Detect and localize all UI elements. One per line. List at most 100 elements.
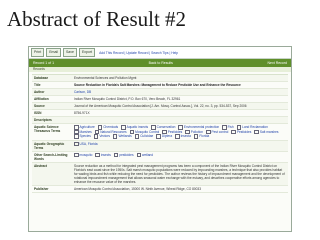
field-value: Journal of the American Mosquito Control… xyxy=(74,104,247,108)
term-label: Insecta xyxy=(180,134,191,139)
term-label: Land Reclamation xyxy=(242,125,268,130)
term-chip[interactable]: Salt marshes xyxy=(254,129,279,134)
term-checkbox[interactable] xyxy=(74,141,79,146)
print-button[interactable]: Print xyxy=(31,48,45,57)
term-checkbox[interactable] xyxy=(193,134,199,139)
field-value: Environmental Sciences and Pollution Mgm… xyxy=(74,76,137,80)
term-checkbox[interactable] xyxy=(254,129,259,134)
records-label: Records xyxy=(29,67,291,72)
term-label: Agriculture xyxy=(79,125,95,130)
field-row-abstract: Abstract Source reduction as a method fo… xyxy=(32,162,288,186)
slide-title: Abstract of Result #2 xyxy=(7,7,187,31)
record-count: Record 1 of 1 xyxy=(33,61,55,65)
term-checkbox[interactable] xyxy=(113,152,119,157)
next-record-link[interactable]: Next Record xyxy=(268,61,287,65)
term-label: Diptera xyxy=(161,134,173,139)
term-checkbox[interactable] xyxy=(136,152,142,157)
field-row-database: Database Environmental Sciences and Poll… xyxy=(32,75,288,82)
term-checkbox[interactable] xyxy=(231,129,236,134)
term-checkbox[interactable] xyxy=(95,152,100,157)
term-label: Marshes xyxy=(79,129,92,134)
term-checkbox[interactable] xyxy=(134,134,140,139)
term-label: Vectors xyxy=(99,134,110,139)
field-row-descriptors: Descriptors xyxy=(32,117,288,124)
term-label: Wetlands xyxy=(118,134,132,139)
export-button[interactable]: Export xyxy=(78,48,96,57)
field-label: Abstract xyxy=(34,163,47,168)
term-label: Fish xyxy=(227,125,234,130)
term-checkbox[interactable] xyxy=(74,152,79,157)
term-label: Pesticides xyxy=(236,129,252,134)
term-checkbox[interactable] xyxy=(112,134,118,139)
database-record-screenshot: Print Email Save Export Add This Record … xyxy=(28,46,292,232)
field-value: 8756-971X xyxy=(74,111,90,115)
term-label: wetland xyxy=(142,152,154,157)
author-link[interactable]: Carlson, DB xyxy=(72,89,288,95)
email-button[interactable]: Email xyxy=(46,48,61,57)
term-label: USA, Florida xyxy=(79,141,98,146)
term-chip[interactable]: Florida xyxy=(193,134,210,139)
field-label: ISSN xyxy=(34,111,42,115)
field-label: Aquatic Geographic Terms xyxy=(34,141,65,150)
term-label: Salt marshes xyxy=(259,129,279,134)
term-chip[interactable]: Pesticides xyxy=(231,129,252,134)
term-label: mosquito xyxy=(79,152,93,157)
term-label: Species xyxy=(79,134,91,139)
field-row-publisher: Publisher American Mosquito Control Asso… xyxy=(32,186,288,193)
term-chip[interactable]: USA, Florida xyxy=(74,141,98,146)
term-chip[interactable]: Species xyxy=(74,134,91,139)
term-checkbox[interactable] xyxy=(175,134,180,139)
toolbar: Print Email Save Export Add This Record … xyxy=(29,47,291,59)
field-row-thesaurus-terms: Aquatic Science Thesaurus Terms Agricult… xyxy=(32,124,288,141)
field-value xyxy=(72,117,288,123)
save-button[interactable]: Save xyxy=(62,48,77,57)
field-label: Publisher xyxy=(34,186,49,191)
field-row-geo-terms: Aquatic Geographic Terms USA, Florida xyxy=(32,140,288,152)
term-chip[interactable]: Wetlands xyxy=(112,134,132,139)
term-label: pesticides xyxy=(119,152,134,157)
field-row-source: Source Journal of the American Mosquito … xyxy=(32,103,288,110)
term-label: Mosquito Control xyxy=(135,129,160,134)
search-words-list: mosquito insects pesticides wetland xyxy=(72,152,288,162)
term-label: Conservation xyxy=(156,125,176,130)
term-checkbox[interactable] xyxy=(74,134,79,139)
field-value: Source Reduction in Florida's Salt Marsh… xyxy=(74,83,241,87)
field-label: Other Search-Limiting Words xyxy=(34,152,68,161)
term-label: Environmental protection xyxy=(183,125,220,130)
term-label: Pesticides xyxy=(167,129,183,134)
geo-terms-list: USA, Florida xyxy=(72,141,288,151)
term-label: Aquatic insects xyxy=(126,125,149,130)
term-chip[interactable]: mosquito xyxy=(74,152,93,157)
toolbar-links[interactable]: Add This Record | Update Record | Search… xyxy=(99,51,178,55)
term-checkbox[interactable] xyxy=(156,134,161,139)
term-chip[interactable]: Culicidae xyxy=(134,134,154,139)
term-chip[interactable]: pesticides xyxy=(113,152,134,157)
field-value: American Mosquito Control Association, 1… xyxy=(74,186,201,191)
term-label: Florida xyxy=(199,134,210,139)
term-label: Chemicals xyxy=(103,125,119,130)
term-label: Natural Resources xyxy=(100,129,127,134)
term-label: insects xyxy=(100,152,111,157)
field-row-title: Title Source Reduction in Florida's Salt… xyxy=(32,82,288,89)
field-label: Descriptors xyxy=(34,118,52,122)
field-row-affiliation: Affiliation Indian River Mosquito Contro… xyxy=(32,96,288,103)
record-table: Database Environmental Sciences and Poll… xyxy=(32,74,288,193)
field-label: Source xyxy=(34,104,45,108)
term-chip[interactable]: Pest control xyxy=(206,129,228,134)
term-checkbox[interactable] xyxy=(93,134,99,139)
term-chip[interactable]: wetland xyxy=(136,152,154,157)
term-label: Culicidae xyxy=(140,134,154,139)
field-label: Aquatic Science Thesaurus Terms xyxy=(34,125,61,133)
field-label: Author xyxy=(34,90,45,94)
term-chip[interactable]: Vectors xyxy=(93,134,110,139)
term-chip[interactable]: insects xyxy=(95,152,111,157)
abstract-text: Source reduction as a method for integra… xyxy=(74,163,285,184)
back-to-results-link[interactable]: Back to Results xyxy=(149,61,173,65)
term-chip[interactable]: Diptera xyxy=(156,134,172,139)
field-row-author: Author Carlson, DB xyxy=(32,89,288,96)
field-row-issn: ISSN 8756-971X xyxy=(32,110,288,117)
field-label: Affiliation xyxy=(34,97,49,101)
term-chip[interactable]: Insecta xyxy=(175,134,191,139)
field-label: Title xyxy=(34,83,41,87)
field-row-search-words: Other Search-Limiting Words mosquito inse… xyxy=(32,152,288,163)
